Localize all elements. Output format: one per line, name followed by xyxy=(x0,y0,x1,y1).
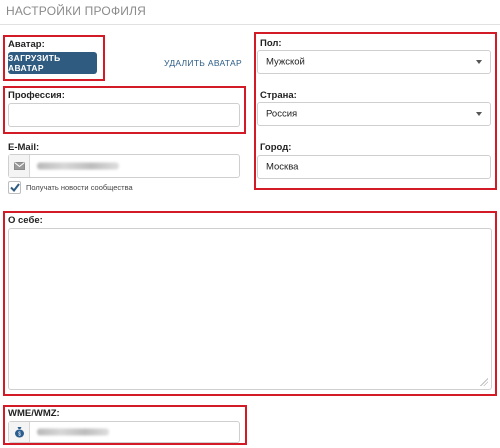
wallet-value-obscured xyxy=(37,428,109,436)
envelope-icon xyxy=(13,162,25,170)
newsletter-label: Получать новости сообщества xyxy=(26,183,133,192)
money-bag-icon-container: $ xyxy=(9,422,30,442)
delete-avatar-link[interactable]: УДАЛИТЬ АВАТАР xyxy=(164,58,242,68)
city-label: Город: xyxy=(260,142,292,153)
gender-selected-value: Мужской xyxy=(266,56,305,68)
chevron-down-icon xyxy=(476,112,482,116)
gender-label: Пол: xyxy=(260,38,282,49)
gender-select[interactable]: Мужской xyxy=(257,50,491,74)
city-value: Москва xyxy=(266,161,299,173)
about-label: О себе: xyxy=(8,215,43,226)
title-divider xyxy=(0,24,500,25)
resize-handle-icon[interactable] xyxy=(480,378,488,386)
about-textarea[interactable] xyxy=(8,228,492,390)
profession-label: Профессия: xyxy=(8,90,65,101)
city-field[interactable]: Москва xyxy=(257,155,491,179)
money-bag-icon: $ xyxy=(14,427,24,438)
country-selected-value: Россия xyxy=(266,108,298,120)
chevron-down-icon xyxy=(476,60,482,64)
newsletter-checkbox[interactable] xyxy=(8,181,21,194)
email-value-obscured xyxy=(37,162,119,170)
page-title: НАСТРОЙКИ ПРОФИЛЯ xyxy=(6,4,147,18)
avatar-label: Аватар: xyxy=(8,39,45,50)
upload-avatar-button[interactable]: ЗАГРУЗИТЬ АВАТАР xyxy=(8,52,97,74)
wallet-label: WME/WMZ: xyxy=(8,408,60,419)
country-label: Страна: xyxy=(260,90,297,101)
email-field[interactable] xyxy=(8,154,240,178)
email-label: E-Mail: xyxy=(8,142,40,153)
svg-text:$: $ xyxy=(18,432,21,438)
checkmark-icon xyxy=(9,183,20,192)
wallet-field[interactable]: $ xyxy=(8,421,240,443)
envelope-icon-container xyxy=(9,155,30,177)
country-select[interactable]: Россия xyxy=(257,102,491,126)
profession-field[interactable] xyxy=(8,103,240,127)
